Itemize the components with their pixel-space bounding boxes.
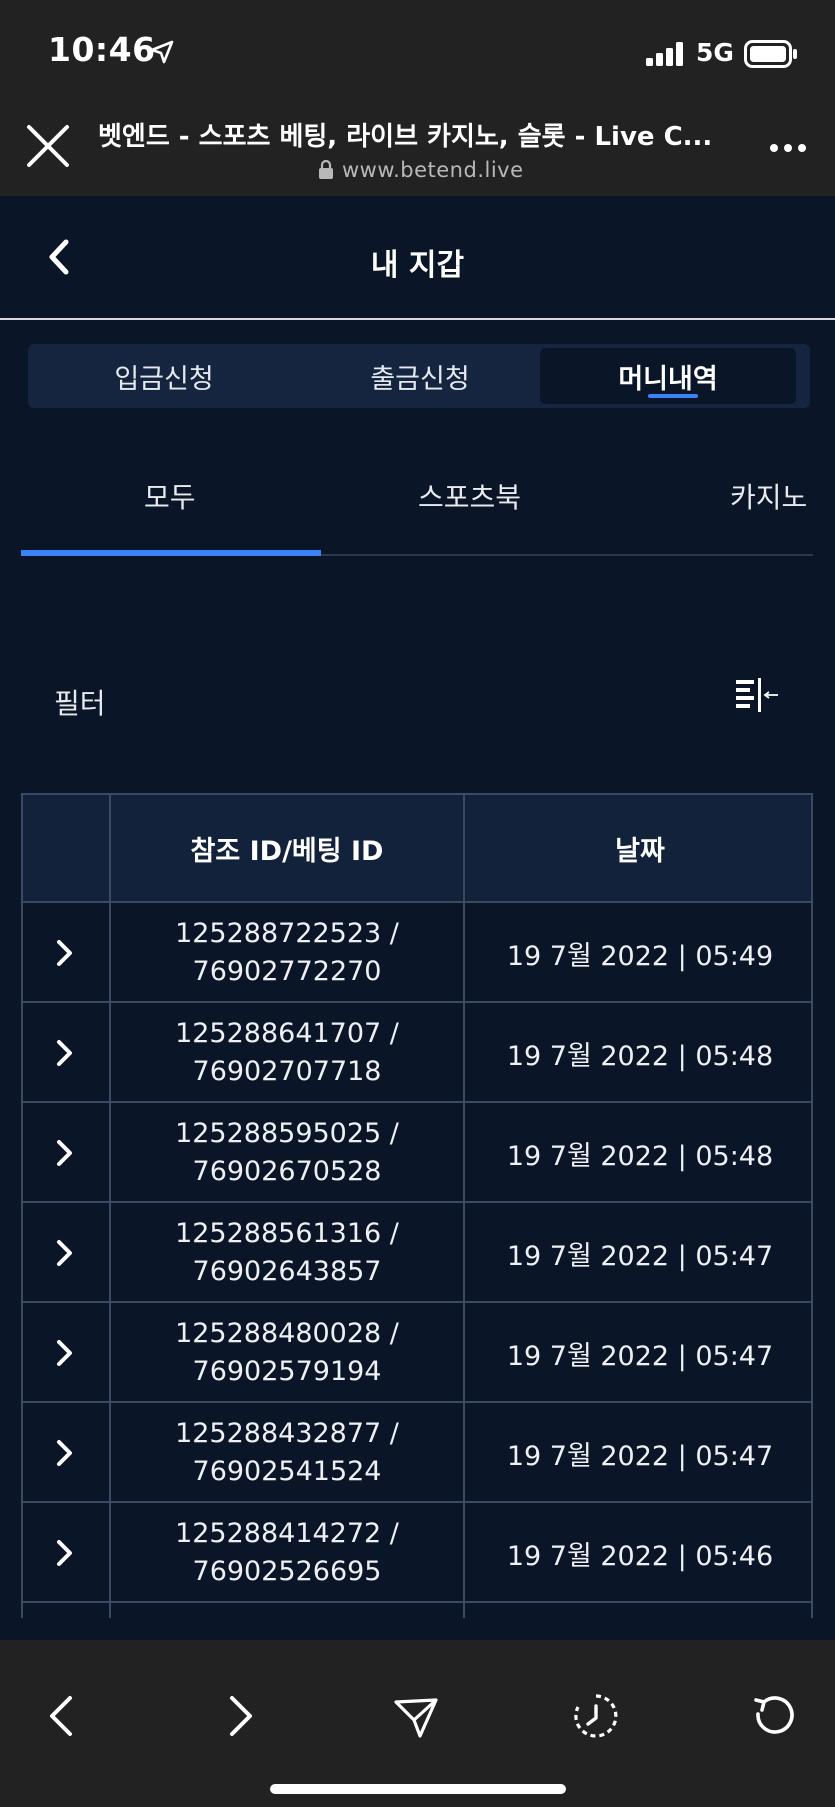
back-icon[interactable]	[40, 1692, 84, 1740]
filter-label: 필터	[54, 687, 106, 720]
history-icon[interactable]	[572, 1692, 620, 1740]
row-id-cell: 125288641707 / 76902707718	[111, 1003, 463, 1103]
bet-id: 76902707718	[192, 1056, 382, 1087]
app-header: 내 지갑	[0, 196, 835, 320]
bet-id: 76902772270	[192, 956, 382, 987]
chevron-right-icon[interactable]	[55, 1339, 75, 1367]
network-label: 5G	[696, 38, 734, 67]
header-expand	[23, 795, 109, 901]
row-date: 19 7월 2022 | 05:47	[506, 1240, 774, 1272]
chevron-right-icon[interactable]	[55, 1039, 75, 1067]
wallet-title: 내 지갑	[370, 248, 465, 283]
row-date: 19 7월 2022 | 05:46	[506, 1540, 774, 1572]
ref-id: 125288480028 /	[175, 1318, 399, 1349]
bet-id: 76902526695	[192, 1556, 382, 1587]
close-icon[interactable]	[26, 124, 70, 168]
lock-icon	[319, 160, 333, 179]
table-row[interactable]: 125288432877 / 76902541524 19 7월 2022 | …	[23, 1403, 811, 1503]
category-tab-sportsbook[interactable]: 스포츠북	[418, 476, 521, 516]
row-id-cell: 125288414272 / 76902526695	[111, 1503, 463, 1603]
url-text: www.betend.live	[342, 158, 524, 182]
status-time: 10:46	[48, 30, 156, 69]
url-bar[interactable]: www.betend.live	[318, 158, 524, 182]
table-row[interactable]: 125288561316 / 76902643857 19 7월 2022 | …	[23, 1203, 811, 1303]
category-tab-all[interactable]: 모두	[144, 476, 196, 516]
table-row[interactable]: 125288595025 / 76902670528 19 7월 2022 | …	[23, 1103, 811, 1203]
row-date: 19 7월 2022 | 05:47	[506, 1340, 774, 1372]
table-row[interactable]: 125288480028 / 76902579194 19 7월 2022 | …	[23, 1303, 811, 1403]
ref-id: 125288414272 /	[175, 1518, 399, 1549]
row-id-cell: 125288595025 / 76902670528	[111, 1103, 463, 1203]
row-date: 19 7월 2022 | 05:47	[506, 1440, 774, 1472]
bet-id: 76902670528	[192, 1156, 382, 1187]
active-tab-indicator	[648, 394, 698, 398]
page-title: 벳엔드 - 스포츠 베팅, 라이브 카지노, 슬롯 - Live C...	[98, 122, 713, 152]
tab-money-history-label: 머니내역	[618, 363, 718, 395]
row-id-cell: 125288561316 / 76902643857	[111, 1203, 463, 1303]
tab-deposit-request[interactable]: 입금신청	[36, 348, 292, 404]
header-ref-id: 참조 ID/베팅 ID	[190, 835, 384, 867]
ref-id: 125288722523 /	[175, 918, 399, 949]
share-icon[interactable]	[394, 1692, 438, 1740]
transaction-table: 참조 ID/베팅 ID 날짜 125288722523 / 7690277227…	[21, 793, 813, 1618]
row-date: 19 7월 2022 | 05:49	[506, 940, 774, 972]
row-id-cell: 125288480028 / 76902579194	[111, 1303, 463, 1403]
wallet-segment-control: 입금신청 출금신청 머니내역	[28, 344, 810, 408]
table-row[interactable]: 125288641707 / 76902707718 19 7월 2022 | …	[23, 1003, 811, 1103]
more-icon[interactable]	[768, 142, 808, 154]
table-header: 참조 ID/베팅 ID 날짜	[23, 795, 811, 903]
header-date: 날짜	[615, 835, 665, 867]
status-bar: 10:46 5G	[0, 0, 835, 96]
home-indicator	[270, 1784, 566, 1794]
chevron-right-icon[interactable]	[55, 939, 75, 967]
chevron-right-icon[interactable]	[55, 1239, 75, 1267]
reload-icon[interactable]	[750, 1692, 798, 1740]
column-divider	[463, 795, 465, 1618]
browser-header: 벳엔드 - 스포츠 베팅, 라이브 카지노, 슬롯 - Live C... ww…	[0, 96, 835, 196]
category-active-indicator	[21, 550, 321, 556]
filter-icon[interactable]	[734, 676, 780, 716]
category-tab-casino[interactable]: 카지노	[730, 476, 807, 516]
forward-icon[interactable]	[218, 1692, 262, 1740]
row-id-cell: 125288722523 / 76902772270	[111, 903, 463, 1003]
ref-id: 125288561316 /	[175, 1218, 399, 1249]
bet-id: 76902541524	[192, 1456, 382, 1487]
browser-toolbar	[0, 1640, 835, 1807]
table-row[interactable]: 125288722523 / 76902772270 19 7월 2022 | …	[23, 903, 811, 1003]
bet-id: 76902643857	[192, 1256, 382, 1287]
row-id-cell: 125288432877 / 76902541524	[111, 1403, 463, 1503]
ref-id: 125288595025 /	[175, 1118, 399, 1149]
ref-id: 125288641707 /	[175, 1018, 399, 1049]
row-date: 19 7월 2022 | 05:48	[506, 1140, 774, 1172]
column-divider	[109, 795, 111, 1618]
location-arrow-icon	[150, 40, 174, 64]
chevron-right-icon[interactable]	[55, 1139, 75, 1167]
chevron-right-icon[interactable]	[55, 1539, 75, 1567]
bet-id: 76902579194	[192, 1356, 382, 1387]
signal-icon	[646, 42, 683, 66]
tab-money-history[interactable]: 머니내역	[540, 348, 796, 404]
battery-icon	[744, 40, 797, 68]
category-tabs: 모두 스포츠북 카지노	[0, 440, 835, 560]
tab-withdraw-request[interactable]: 출금신청	[292, 348, 548, 404]
chevron-right-icon[interactable]	[55, 1439, 75, 1467]
table-row[interactable]: 125288414272 / 76902526695 19 7월 2022 | …	[23, 1503, 811, 1603]
row-date: 19 7월 2022 | 05:48	[506, 1040, 774, 1072]
ref-id: 125288432877 /	[175, 1418, 399, 1449]
